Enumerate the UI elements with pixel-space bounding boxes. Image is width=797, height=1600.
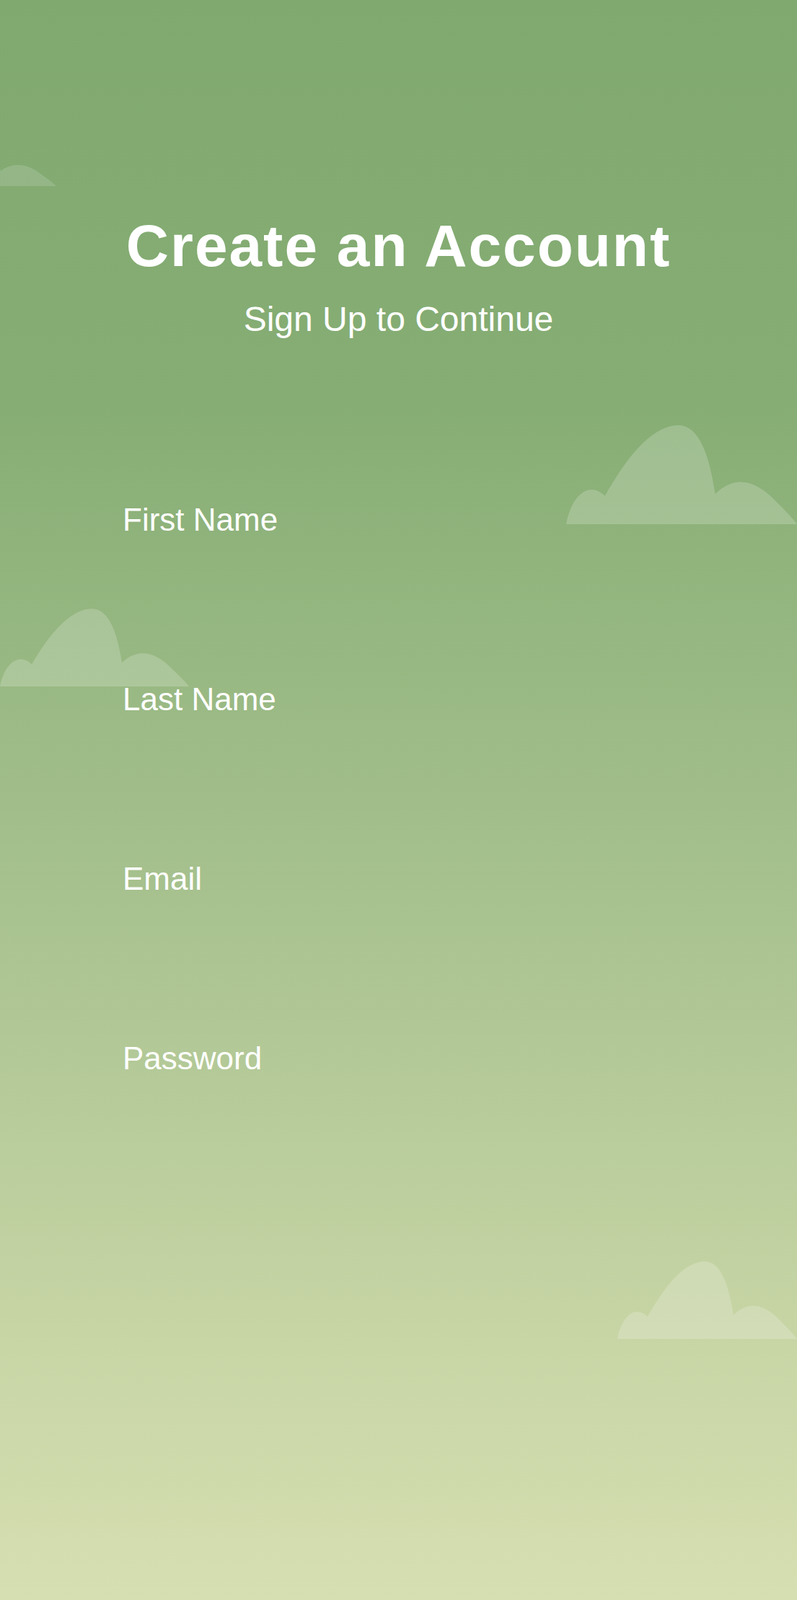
field-label: Password (122, 1040, 675, 1079)
field-label: Last Name (122, 680, 675, 720)
signup-screen: Create an Account Sign Up to Continue Firs… (0, 0, 797, 1600)
cloud-icon (566, 423, 797, 525)
cloud-icon (0, 607, 189, 687)
form-field[interactable]: Last Name (122, 680, 675, 861)
page-subtitle: Sign Up to Continue (243, 298, 554, 341)
form-field[interactable]: First Name (122, 501, 675, 681)
field-label: First Name (122, 501, 675, 540)
page-title: Create an Account (126, 210, 671, 282)
cloud-icon (617, 1260, 797, 1340)
form-field[interactable]: Email (122, 860, 675, 1041)
cloud-icon (0, 135, 57, 187)
form-field[interactable]: Password (122, 1040, 675, 1220)
signup-form: First Name Last Name Email Password (0, 501, 797, 1220)
field-label: Email (122, 860, 675, 899)
